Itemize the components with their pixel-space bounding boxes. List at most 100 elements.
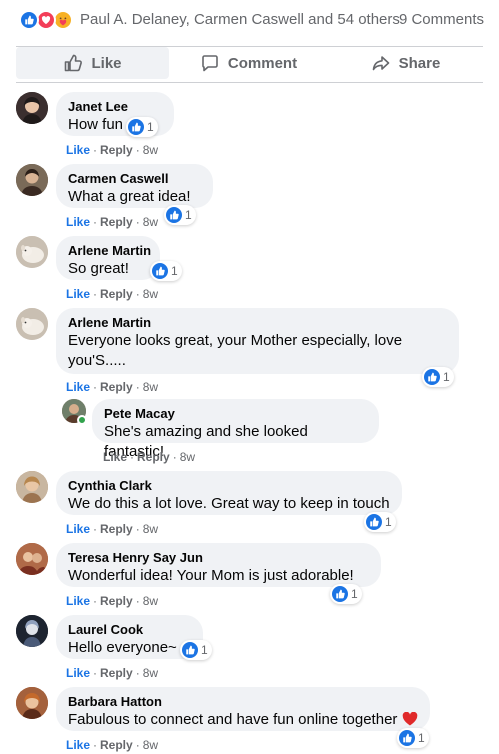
avatar[interactable]: [16, 615, 48, 647]
avatar[interactable]: [16, 308, 48, 340]
comment-meta: Like · Reply · 8w: [66, 594, 158, 608]
comment-author[interactable]: Laurel Cook: [68, 622, 191, 638]
comment-reply-link[interactable]: Reply: [100, 522, 133, 536]
reaction-count: 1: [385, 515, 392, 529]
comment-author[interactable]: Carmen Caswell: [68, 171, 201, 187]
thumbs-up-icon: [63, 53, 83, 73]
comment-bubble-icon: [200, 53, 220, 73]
comment-reply-link[interactable]: Reply: [100, 666, 133, 680]
comment-reaction-count[interactable]: 1: [180, 640, 212, 660]
comment-timestamp[interactable]: 8w: [143, 287, 158, 301]
comment-like-link[interactable]: Like: [66, 215, 90, 229]
like-reaction-icon: [182, 642, 198, 658]
comment-like-link[interactable]: Like: [66, 666, 90, 680]
red-heart-emoji-icon: [402, 711, 418, 728]
comment-reaction-count[interactable]: 1: [364, 512, 396, 532]
comment-reaction-count[interactable]: 1: [397, 728, 429, 748]
comment-like-link[interactable]: Like: [66, 143, 90, 157]
comment-reaction-count[interactable]: 1: [164, 205, 196, 225]
comment-author[interactable]: Janet Lee: [68, 99, 162, 115]
comment-bubble: Arlene Martin Everyone looks great, your…: [56, 308, 459, 374]
comment-reply-link[interactable]: Reply: [100, 287, 133, 301]
comment-reply-link[interactable]: Reply: [100, 594, 133, 608]
reaction-count: 1: [351, 587, 358, 601]
avatar[interactable]: [16, 236, 48, 268]
comment-timestamp[interactable]: 8w: [143, 738, 158, 752]
comment-reply-link[interactable]: Reply: [137, 450, 170, 464]
comment-reply-link[interactable]: Reply: [100, 738, 133, 752]
comment-author[interactable]: Pete Macay: [104, 406, 367, 422]
comment-reaction-count[interactable]: 1: [126, 117, 158, 137]
avatar[interactable]: [16, 543, 48, 575]
comment-reaction-count[interactable]: 1: [330, 584, 362, 604]
comment-timestamp[interactable]: 8w: [143, 143, 158, 157]
meta-separator: ·: [135, 215, 140, 229]
comment-text: Fabulous to connect and have fun online …: [68, 710, 418, 730]
avatar[interactable]: [16, 164, 48, 196]
reactions-summary[interactable]: Paul A. Delaney, Carmen Caswell and 54 o…: [0, 0, 499, 40]
meta-separator: ·: [135, 738, 140, 752]
comment-timestamp[interactable]: 8w: [180, 450, 195, 464]
comment-author[interactable]: Barbara Hatton: [68, 694, 418, 710]
comment-reaction-count[interactable]: 1: [422, 367, 454, 387]
comment-timestamp[interactable]: 8w: [143, 215, 158, 229]
comment-like-link[interactable]: Like: [66, 522, 90, 536]
meta-separator: ·: [172, 450, 177, 464]
reaction-names-link[interactable]: Paul A. Delaney, Carmen Caswell and 54 o…: [80, 11, 400, 28]
comment-author[interactable]: Arlene Martin: [68, 243, 151, 259]
comment-meta: Like · Reply · 8w: [66, 287, 158, 301]
comment-meta: Like · Reply · 8w: [66, 143, 158, 157]
comment-reply-link[interactable]: Reply: [100, 380, 133, 394]
comment-timestamp[interactable]: 8w: [143, 522, 158, 536]
avatar[interactable]: [16, 92, 48, 124]
meta-separator: ·: [93, 380, 98, 394]
comment-author[interactable]: Teresa Henry Say Jun: [68, 550, 369, 566]
comment-bubble: Barbara Hatton Fabulous to connect and h…: [56, 687, 430, 731]
comment-like-link[interactable]: Like: [66, 738, 90, 752]
share-button[interactable]: Share: [328, 47, 483, 79]
like-reaction-icon: [19, 10, 39, 30]
meta-separator: ·: [130, 450, 135, 464]
comment-text: What a great idea!: [68, 188, 191, 205]
comment-reply-link[interactable]: Reply: [100, 143, 133, 157]
meta-separator: ·: [93, 143, 98, 157]
like-reaction-icon: [332, 586, 348, 602]
avatar[interactable]: [16, 471, 48, 503]
comments-count-link[interactable]: 9 Comments: [399, 11, 484, 28]
meta-separator: ·: [93, 666, 98, 680]
comment-like-link[interactable]: Like: [66, 594, 90, 608]
comment-meta: Like · Reply · 8w: [66, 215, 158, 229]
comment-timestamp[interactable]: 8w: [143, 380, 158, 394]
comment-like-link[interactable]: Like: [103, 450, 127, 464]
care-reaction-icon: [53, 10, 73, 30]
like-reaction-icon: [152, 263, 168, 279]
comment-like-link[interactable]: Like: [66, 287, 90, 301]
reaction-icons[interactable]: [19, 10, 77, 30]
share-arrow-icon: [371, 53, 391, 73]
meta-separator: ·: [135, 143, 140, 157]
comment-like-link[interactable]: Like: [66, 380, 90, 394]
comment-timestamp[interactable]: 8w: [143, 666, 158, 680]
reaction-count: 1: [147, 120, 154, 134]
comment-meta: Like · Reply · 8w: [66, 522, 158, 536]
reaction-count: 1: [443, 370, 450, 384]
like-reaction-icon: [166, 207, 182, 223]
comment-meta: Like · Reply · 8w: [66, 738, 158, 752]
comment-button[interactable]: Comment: [171, 47, 326, 79]
comment-author[interactable]: Arlene Martin: [68, 315, 447, 331]
reaction-count: 1: [418, 731, 425, 745]
comment-meta: Like · Reply · 8w: [66, 380, 158, 394]
comment-reaction-count[interactable]: 1: [150, 261, 182, 281]
comment-bubble: Teresa Henry Say Jun Wonderful idea! You…: [56, 543, 381, 587]
like-button[interactable]: Like: [16, 47, 169, 79]
comment-bubble: Cynthia Clark We do this a lot love. Gre…: [56, 471, 402, 515]
comment-author[interactable]: Cynthia Clark: [68, 478, 390, 494]
comment-text: Everyone looks great, your Mother especi…: [68, 332, 403, 369]
post-action-bar: Like Comment Share: [16, 46, 483, 79]
comment-timestamp[interactable]: 8w: [143, 594, 158, 608]
love-reaction-icon: [36, 10, 56, 30]
avatar[interactable]: [16, 687, 48, 719]
comment-bubble: Pete Macay She's amazing and she looked …: [92, 399, 379, 460]
comment-reply-link[interactable]: Reply: [100, 215, 133, 229]
meta-separator: ·: [93, 287, 98, 301]
